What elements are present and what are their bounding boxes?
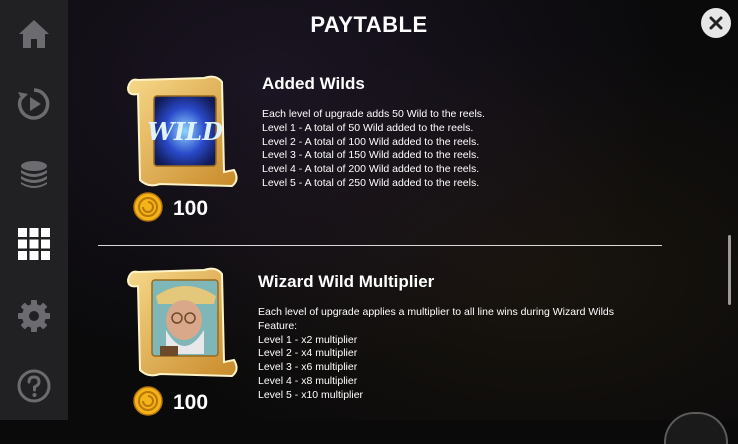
wizard-wild-price: 100	[173, 391, 209, 414]
wild-art-label: WILD	[147, 117, 223, 146]
added-wilds-title: Added Wilds	[262, 74, 365, 93]
page-title: PAYTABLE	[310, 12, 428, 37]
settings-button[interactable]	[14, 296, 54, 336]
added-wilds-scroll-icon: WILD	[126, 75, 238, 188]
coin-icon	[133, 386, 163, 416]
added-wilds-description: Each level of upgrade adds 50 Wild to th…	[262, 108, 485, 189]
help-icon	[17, 369, 51, 403]
paytable-grid-icon	[18, 228, 50, 260]
chips-icon	[21, 161, 47, 188]
sidebar	[0, 0, 68, 420]
wizard-wild-scroll-icon	[126, 267, 238, 378]
coin-icon	[133, 192, 163, 222]
wizard-wild-description: Each level of upgrade applies a multipli…	[258, 306, 615, 401]
gear-icon	[18, 300, 50, 332]
bet-chips-button[interactable]	[14, 154, 54, 194]
close-icon	[709, 16, 723, 30]
replay-button[interactable]	[14, 84, 54, 124]
replay-icon	[17, 88, 50, 120]
scrollbar[interactable]	[728, 235, 731, 305]
help-button[interactable]	[14, 366, 54, 406]
added-wilds-price: 100	[173, 197, 209, 220]
paytable-button[interactable]	[14, 224, 54, 264]
section-divider	[98, 245, 662, 246]
wizard-wild-title: Wizard Wild Multiplier	[258, 272, 435, 291]
close-button[interactable]	[701, 8, 731, 38]
